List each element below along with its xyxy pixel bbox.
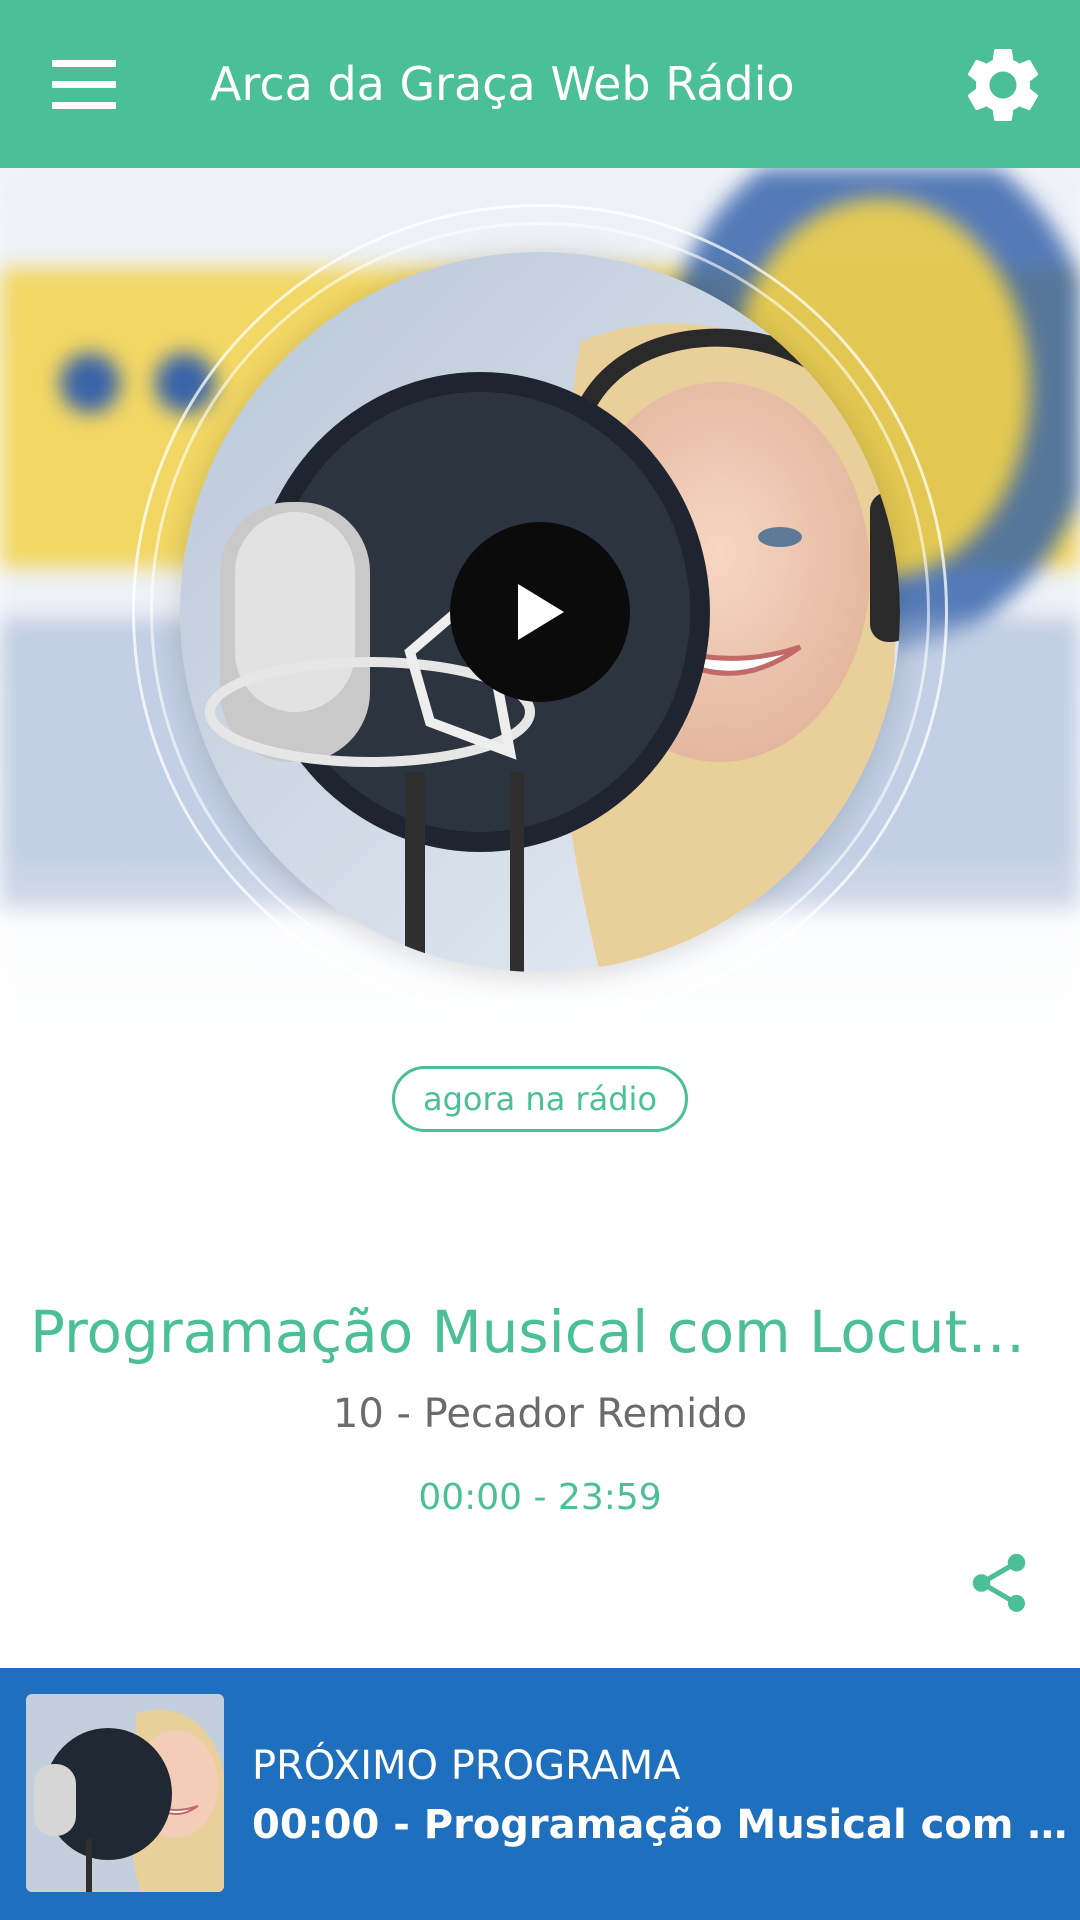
share-button[interactable] xyxy=(964,1548,1034,1618)
app-bar: Arca da Graça Web Rádio xyxy=(0,0,1080,168)
gear-icon xyxy=(967,48,1039,121)
play-button[interactable] xyxy=(450,522,630,702)
next-program-title: 00:00 - Programação Musical com Locutor … xyxy=(252,1802,1072,1848)
current-program-title: Programação Musical com Locutor Virtual xyxy=(30,1298,1050,1366)
next-program-thumbnail xyxy=(26,1694,224,1892)
hero-artwork xyxy=(0,168,1080,1088)
play-icon xyxy=(518,584,564,640)
share-icon xyxy=(972,1553,1026,1612)
program-time-range: 00:00 - 23:59 xyxy=(418,1477,662,1518)
now-on-air-badge: agora na rádio xyxy=(392,1066,688,1132)
menu-button[interactable] xyxy=(40,44,130,124)
settings-button[interactable] xyxy=(958,40,1048,130)
menu-icon xyxy=(52,59,116,67)
current-song: 10 - Pecador Remido xyxy=(332,1391,748,1437)
next-program-label: PRÓXIMO PROGRAMA xyxy=(252,1743,681,1789)
app-title: Arca da Graça Web Rádio xyxy=(210,57,795,111)
next-program-bar[interactable]: PRÓXIMO PROGRAMA 00:00 - Programação Mus… xyxy=(0,1668,1080,1920)
